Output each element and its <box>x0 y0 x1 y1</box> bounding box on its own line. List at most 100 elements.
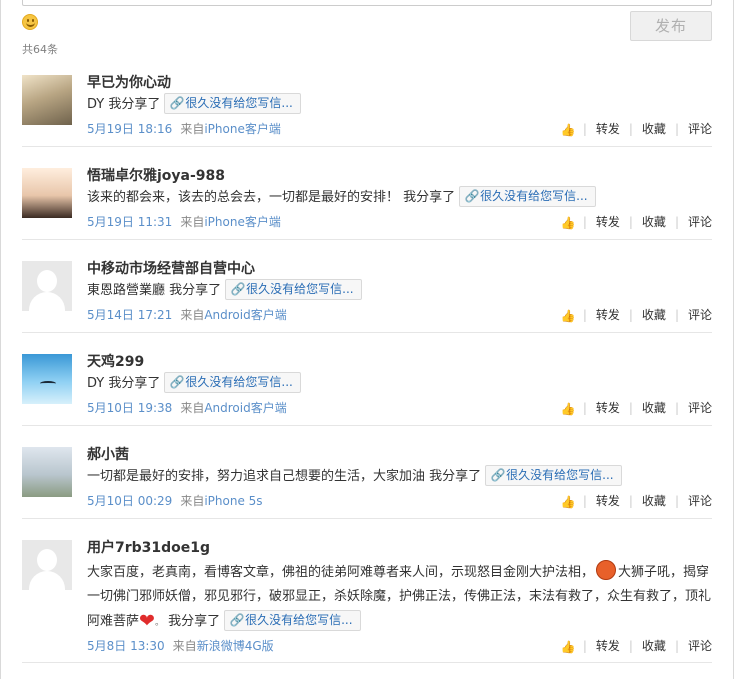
post-source[interactable]: Android客户端 <box>204 308 286 322</box>
post-text-body-3: 我分享了 <box>168 614 221 629</box>
list-item: 中移动市场经营部自营中心 東恩路營業廳 我分享了 🔗很久没有给您写信... 5月1… <box>22 248 712 333</box>
post-date[interactable]: 5月14日 17:21 <box>87 308 172 322</box>
post-source[interactable]: 新浪微博4G版 <box>197 639 274 653</box>
thumbs-up-icon[interactable]: 👍 <box>561 403 576 415</box>
post-text-body: DY 我分享了 <box>87 376 161 391</box>
avatar[interactable] <box>22 261 72 311</box>
user-name-link[interactable]: 早已为你心动 <box>87 72 171 92</box>
post-text-body: DY 我分享了 <box>87 97 161 112</box>
post-actions: 👍 | 转发 | 收藏 | 评论 <box>560 639 712 654</box>
thumbs-up-icon[interactable]: 👍 <box>561 641 576 653</box>
user-name-link[interactable]: 天鸡299 <box>87 351 144 371</box>
source-prefix: 来自 <box>180 122 205 136</box>
favorite-button[interactable]: 收藏 <box>642 639 666 653</box>
avatar[interactable] <box>22 447 72 497</box>
user-name-link[interactable]: 郝小茜 <box>87 444 129 464</box>
link-icon: 🔗 <box>169 375 185 389</box>
link-icon: 🔗 <box>464 189 480 203</box>
repost-button[interactable]: 转发 <box>596 215 620 229</box>
post-date[interactable]: 5月10日 00:29 <box>87 494 172 508</box>
repost-button[interactable]: 转发 <box>596 308 620 322</box>
source-prefix: 来自 <box>180 308 205 322</box>
user-name-link[interactable]: 中移动市场经营部自营中心 <box>87 258 255 278</box>
post-meta: 5月8日 13:30 来自新浪微博4G版 <box>87 637 274 654</box>
post-source[interactable]: iPhone客户端 <box>204 215 281 229</box>
post-meta: 5月19日 11:31 来自iPhone客户端 <box>87 213 281 230</box>
repost-button[interactable]: 转发 <box>596 122 620 136</box>
post-text-body: 一切都是最好的安排，努力追求自己想要的生活，大家加油 我分享了 <box>87 469 482 484</box>
post-text: 大家百度，老真南，看博客文章，佛祖的徒弟阿难尊者来人间，示现怒目金刚大护法相，大… <box>87 560 712 635</box>
frame-left-border <box>0 0 1 679</box>
shared-link[interactable]: 🔗很久没有给您写信... <box>459 186 596 207</box>
repost-button[interactable]: 转发 <box>596 401 620 415</box>
post-source[interactable]: iPhone客户端 <box>204 122 281 136</box>
list-item: 悟瑞卓尔雅joya-988 该来的都会来，该去的总会去，一切都是最好的安排！ 我… <box>22 155 712 240</box>
post-actions: 👍 | 转发 | 收藏 | 评论 <box>560 401 712 416</box>
shared-link-label: 很久没有给您写信... <box>245 613 353 627</box>
link-icon: 🔗 <box>230 282 246 296</box>
post-text: DY 我分享了 🔗很久没有给您写信... <box>87 93 301 117</box>
shared-link-label: 很久没有给您写信... <box>480 189 588 203</box>
favorite-button[interactable]: 收藏 <box>642 122 666 136</box>
repost-button[interactable]: 转发 <box>596 494 620 508</box>
shared-link[interactable]: 🔗很久没有给您写信... <box>224 610 361 631</box>
post-text-body: 大家百度，老真南，看博客文章，佛祖的徒弟阿难尊者来人间，示现怒目金刚大护法相， <box>87 565 595 580</box>
source-prefix: 来自 <box>180 215 205 229</box>
post-text-body: 该来的都会来，该去的总会去，一切都是最好的安排！ 我分享了 <box>87 190 456 205</box>
source-prefix: 来自 <box>172 639 197 653</box>
avatar[interactable] <box>22 168 72 218</box>
shared-link-label: 很久没有给您写信... <box>185 375 293 389</box>
list-item: 用户7rb31doe1g 大家百度，老真南，看博客文章，佛祖的徒弟阿难尊者来人间… <box>22 527 712 663</box>
shared-link[interactable]: 🔗很久没有给您写信... <box>164 93 301 114</box>
user-name-link[interactable]: 悟瑞卓尔雅joya-988 <box>87 165 225 185</box>
thumbs-up-icon[interactable]: 👍 <box>561 124 576 136</box>
repost-count: 共64条 <box>22 43 58 56</box>
avatar[interactable] <box>22 75 72 125</box>
post-date[interactable]: 5月19日 11:31 <box>87 215 172 229</box>
smile-emoji-icon[interactable] <box>22 14 38 30</box>
post-date[interactable]: 5月8日 13:30 <box>87 639 165 653</box>
comment-button[interactable]: 评论 <box>688 639 712 653</box>
user-name-link[interactable]: 用户7rb31doe1g <box>87 537 210 557</box>
comment-button[interactable]: 评论 <box>688 308 712 322</box>
comment-button[interactable]: 评论 <box>688 401 712 415</box>
avatar[interactable] <box>22 540 72 590</box>
repost-button[interactable]: 转发 <box>596 639 620 653</box>
favorite-button[interactable]: 收藏 <box>642 494 666 508</box>
shared-link[interactable]: 🔗很久没有给您写信... <box>164 372 301 393</box>
shared-link[interactable]: 🔗很久没有给您写信... <box>485 465 622 486</box>
shared-link-label: 很久没有给您写信... <box>185 96 293 110</box>
comment-button[interactable]: 评论 <box>688 215 712 229</box>
source-prefix: 来自 <box>180 494 205 508</box>
shared-link[interactable]: 🔗很久没有给您写信... <box>225 279 362 300</box>
post-text: 该来的都会来，该去的总会去，一切都是最好的安排！ 我分享了 🔗很久没有给您写信..… <box>87 186 596 210</box>
favorite-button[interactable]: 收藏 <box>642 215 666 229</box>
list-item: 早已为你心动 DY 我分享了 🔗很久没有给您写信... 5月19日 18:16 来自… <box>22 62 712 147</box>
link-icon: 🔗 <box>169 96 185 110</box>
post-text-body: 東恩路營業廳 我分享了 <box>87 283 222 298</box>
link-icon: 🔗 <box>229 613 245 627</box>
thumbs-up-icon[interactable]: 👍 <box>561 310 576 322</box>
favorite-button[interactable]: 收藏 <box>642 308 666 322</box>
favorite-button[interactable]: 收藏 <box>642 401 666 415</box>
post-meta: 5月10日 00:29 来自iPhone 5s <box>87 492 263 509</box>
thumbs-up-icon[interactable]: 👍 <box>561 496 576 508</box>
post-meta: 5月19日 18:16 来自iPhone客户端 <box>87 120 281 137</box>
shared-link-label: 很久没有给您写信... <box>246 282 354 296</box>
post-source[interactable]: Android客户端 <box>204 401 286 415</box>
angry-face-emoji-icon <box>596 560 617 580</box>
avatar[interactable] <box>22 354 72 404</box>
post-text: DY 我分享了 🔗很久没有给您写信... <box>87 372 301 396</box>
post-source[interactable]: iPhone 5s <box>204 494 262 508</box>
post-text: 一切都是最好的安排，努力追求自己想要的生活，大家加油 我分享了 🔗很久没有给您写信… <box>87 465 622 489</box>
post-meta: 5月10日 19:38 来自Android客户端 <box>87 399 287 416</box>
comment-button[interactable]: 评论 <box>688 122 712 136</box>
list-item: 郝小茜 一切都是最好的安排，努力追求自己想要的生活，大家加油 我分享了 🔗很久没有… <box>22 434 712 519</box>
publish-button[interactable]: 发布 <box>630 11 712 41</box>
comment-button[interactable]: 评论 <box>688 494 712 508</box>
post-date[interactable]: 5月10日 19:38 <box>87 401 172 415</box>
thumbs-up-icon[interactable]: 👍 <box>561 217 576 229</box>
post-date[interactable]: 5月19日 18:16 <box>87 122 172 136</box>
compose-textarea[interactable] <box>22 0 712 6</box>
shared-link-label: 很久没有给您写信... <box>506 468 614 482</box>
